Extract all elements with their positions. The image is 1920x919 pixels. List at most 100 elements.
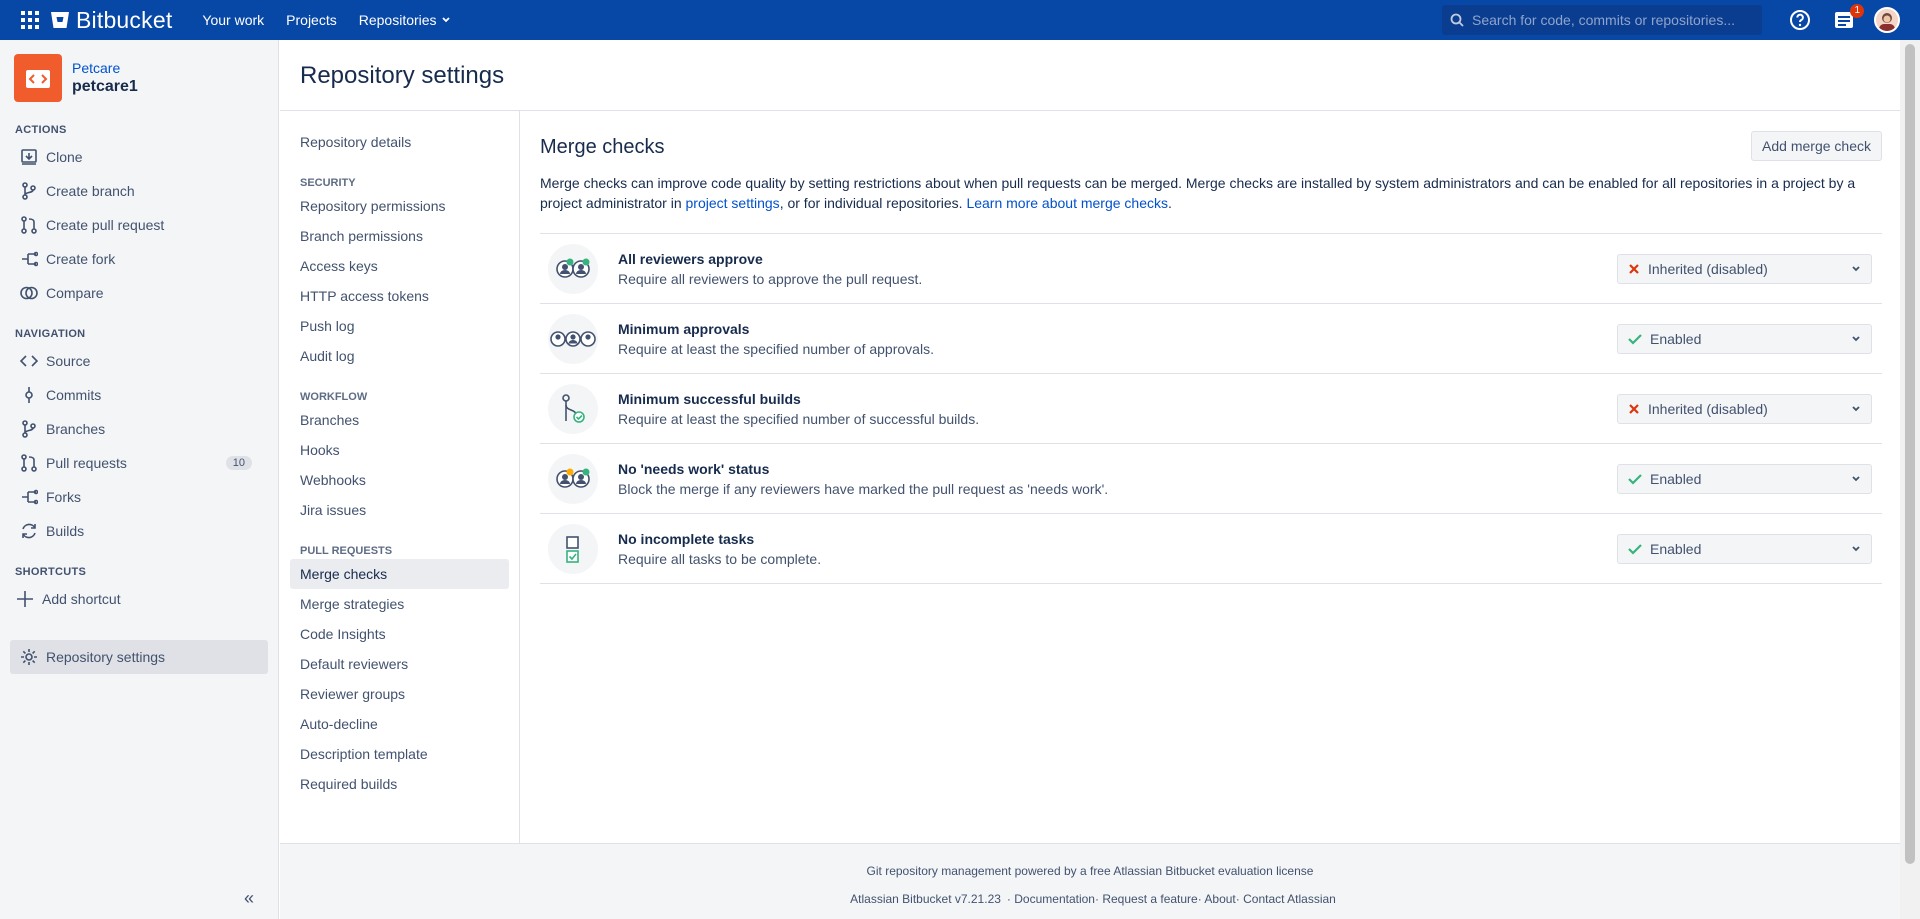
chevron-down-icon bbox=[1852, 336, 1860, 342]
sidebar-item-label: Compare bbox=[46, 285, 104, 301]
settings-nav-jira-issues[interactable]: Jira issues bbox=[280, 495, 519, 525]
merge-check-status-dropdown[interactable]: Inherited (disabled) bbox=[1617, 394, 1872, 424]
project-link[interactable]: Petcare bbox=[72, 60, 120, 76]
pull-request-icon bbox=[21, 454, 37, 472]
sidebar-item-label: Source bbox=[46, 353, 91, 369]
merge-check-description: Require at least the specified number of… bbox=[618, 340, 934, 357]
repository-name: petcare1 bbox=[72, 78, 138, 95]
footer-documentation-link[interactable]: Documentation bbox=[1014, 892, 1095, 906]
sidebar-item-compare[interactable]: Compare bbox=[0, 276, 278, 310]
settings-nav-auto-decline[interactable]: Auto-decline bbox=[280, 709, 519, 739]
settings-nav-default-reviewers[interactable]: Default reviewers bbox=[280, 649, 519, 679]
nav-repositories[interactable]: Repositories bbox=[359, 12, 451, 28]
sidebar-item-repository-settings[interactable]: Repository settings bbox=[10, 640, 268, 674]
checkmark-icon bbox=[1628, 544, 1642, 555]
search-input[interactable] bbox=[1472, 12, 1752, 28]
status-label: Enabled bbox=[1650, 541, 1702, 557]
footer-links: Atlassian Bitbucket v7.21.23 · Documentat… bbox=[850, 892, 1336, 906]
actions-heading: ACTIONS bbox=[15, 124, 67, 136]
search-box[interactable] bbox=[1442, 5, 1762, 35]
merge-check-name: Minimum approvals bbox=[618, 320, 750, 337]
merge-check-name: All reviewers approve bbox=[618, 250, 763, 267]
sidebar-item-pull-requests[interactable]: Pull requests 10 bbox=[0, 446, 278, 480]
project-settings-link[interactable]: project settings bbox=[686, 195, 780, 211]
settings-nav-audit-log[interactable]: Audit log bbox=[280, 341, 519, 371]
minimum-approvals-icon bbox=[548, 313, 598, 364]
workflow-heading: WORKFLOW bbox=[300, 391, 368, 403]
settings-nav-http-access-tokens[interactable]: HTTP access tokens bbox=[280, 281, 519, 311]
merge-check-status-dropdown[interactable]: Inherited (disabled) bbox=[1617, 254, 1872, 284]
settings-nav-branches[interactable]: Branches bbox=[280, 405, 519, 435]
code-folder-icon bbox=[26, 70, 50, 88]
bitbucket-logo[interactable]: Bitbucket bbox=[50, 7, 172, 34]
search-icon bbox=[1450, 13, 1464, 27]
merge-check-description: Require all tasks to be complete. bbox=[618, 550, 822, 567]
scrollbar-thumb[interactable] bbox=[1905, 44, 1915, 864]
app-switcher-icon[interactable] bbox=[10, 0, 50, 40]
cross-icon bbox=[1629, 264, 1639, 274]
settings-nav-code-insights[interactable]: Code Insights bbox=[280, 619, 519, 649]
sidebar-item-clone[interactable]: Clone bbox=[0, 140, 278, 174]
fork-icon bbox=[22, 489, 38, 505]
sidebar-item-forks[interactable]: Forks bbox=[0, 480, 278, 514]
footer-request-feature-link[interactable]: Request a feature bbox=[1102, 892, 1197, 906]
settings-nav-push-log[interactable]: Push log bbox=[280, 311, 519, 341]
settings-nav-merge-checks[interactable]: Merge checks bbox=[290, 559, 509, 589]
nav-projects[interactable]: Projects bbox=[286, 12, 337, 28]
merge-check-status-dropdown[interactable]: Enabled bbox=[1617, 464, 1872, 494]
add-shortcut-button[interactable]: Add shortcut bbox=[0, 582, 278, 616]
sidebar-item-label: Clone bbox=[46, 149, 83, 165]
user-avatar[interactable] bbox=[1874, 7, 1900, 33]
collapse-sidebar-icon[interactable]: « bbox=[244, 888, 254, 909]
nav-your-work[interactable]: Your work bbox=[202, 12, 264, 28]
needs-work-icon bbox=[548, 453, 598, 504]
sidebar-item-create-fork[interactable]: Create fork bbox=[0, 242, 278, 276]
sidebar-item-commits[interactable]: Commits bbox=[0, 378, 278, 412]
sidebar-item-label: Builds bbox=[46, 523, 85, 539]
reviewers-approve-icon bbox=[548, 243, 598, 294]
merge-check-status-dropdown[interactable]: Enabled bbox=[1617, 324, 1872, 354]
repository-header: Petcare petcare1 bbox=[0, 40, 278, 112]
sidebar-item-label: Create branch bbox=[46, 183, 135, 199]
settings-nav-reviewer-groups[interactable]: Reviewer groups bbox=[280, 679, 519, 709]
add-shortcut-label: Add shortcut bbox=[42, 591, 121, 607]
builds-icon bbox=[22, 523, 36, 539]
settings-nav-hooks[interactable]: Hooks bbox=[280, 435, 519, 465]
notifications-icon[interactable]: 1 bbox=[1830, 4, 1864, 34]
settings-nav-webhooks[interactable]: Webhooks bbox=[280, 465, 519, 495]
sidebar-item-create-pull-request[interactable]: Create pull request bbox=[0, 208, 278, 242]
settings-nav-merge-strategies[interactable]: Merge strategies bbox=[280, 589, 519, 619]
help-icon[interactable] bbox=[1786, 6, 1814, 34]
sidebar-item-branches[interactable]: Branches bbox=[0, 412, 278, 446]
repository-avatar[interactable] bbox=[14, 54, 62, 102]
settings-nav-repository-details[interactable]: Repository details bbox=[280, 127, 519, 157]
learn-more-link[interactable]: Learn more about merge checks bbox=[966, 195, 1168, 211]
page-scrollbar[interactable] bbox=[1900, 40, 1920, 919]
chevron-down-icon bbox=[1852, 476, 1860, 482]
description-text: . bbox=[1168, 195, 1172, 211]
merge-check-row: No incomplete tasks Require all tasks to… bbox=[540, 514, 1882, 584]
sidebar-item-label: Commits bbox=[46, 387, 102, 403]
tasks-icon bbox=[548, 523, 598, 574]
settings-nav-required-builds[interactable]: Required builds bbox=[280, 769, 519, 799]
sidebar-item-label: Pull requests bbox=[46, 455, 127, 471]
footer-contact-link[interactable]: Contact Atlassian bbox=[1243, 892, 1336, 906]
settings-nav-description-template[interactable]: Description template bbox=[280, 739, 519, 769]
chevron-down-icon bbox=[1852, 266, 1860, 272]
sidebar-item-builds[interactable]: Builds bbox=[0, 514, 278, 548]
security-heading: SECURITY bbox=[300, 177, 356, 189]
merge-check-row: Minimum successful builds Require at lea… bbox=[540, 374, 1882, 444]
merge-check-status-dropdown[interactable]: Enabled bbox=[1617, 534, 1872, 564]
merge-checks-title: Merge checks bbox=[540, 136, 665, 158]
settings-nav-repository-permissions[interactable]: Repository permissions bbox=[280, 191, 519, 221]
sidebar-item-create-branch[interactable]: Create branch bbox=[0, 174, 278, 208]
footer-about-link[interactable]: About bbox=[1204, 892, 1235, 906]
settings-nav-access-keys[interactable]: Access keys bbox=[280, 251, 519, 281]
sidebar-item-source[interactable]: Source bbox=[0, 344, 278, 378]
merge-check-name: Minimum successful builds bbox=[618, 390, 801, 407]
brand-name: Bitbucket bbox=[76, 6, 173, 33]
add-merge-check-button[interactable]: Add merge check bbox=[1751, 131, 1882, 161]
settings-nav-branch-permissions[interactable]: Branch permissions bbox=[280, 221, 519, 251]
footer-license-text: Git repository management powered by a f… bbox=[866, 864, 1314, 878]
source-icon bbox=[20, 355, 38, 367]
